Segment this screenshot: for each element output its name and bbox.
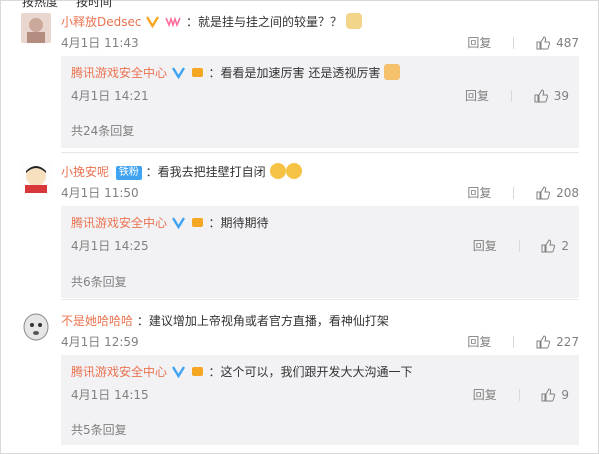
comment-actions: 回复 487 (449, 34, 579, 51)
like-count: 9 (561, 387, 569, 402)
thumbs-up-icon (536, 185, 551, 199)
thumbs-up-icon (536, 334, 551, 348)
action-divider (518, 239, 520, 252)
comment-time: 4月1日 12:59 (61, 335, 139, 349)
like-button[interactable]: 9 (541, 388, 569, 402)
more-replies-link[interactable]: 共24条回复 (71, 122, 134, 139)
like-count: 2 (561, 238, 569, 253)
thumbs-up-icon (534, 88, 548, 102)
avatar[interactable] (21, 312, 51, 342)
more-replies-link[interactable]: 共5条回复 (71, 421, 127, 438)
comment-time: 4月1日 11:43 (61, 36, 139, 50)
avatar[interactable] (21, 163, 51, 193)
member-icon (191, 218, 203, 227)
comment-header: 小挽安呢 铁粉 ：看我去把挂壁打自闭 (61, 163, 302, 181)
reply-line: 腾讯游戏安全中心 ：这个可以，我们跟开发大大沟通一下 (71, 363, 413, 381)
reply-username[interactable]: 腾讯游戏安全中心 (71, 216, 167, 230)
verified-blue-v-icon (171, 366, 185, 378)
reply-button[interactable]: 回复 (473, 237, 497, 254)
like-button[interactable]: 208 (536, 186, 579, 200)
thumbs-up-emoji-icon (384, 64, 401, 80)
like-count: 227 (556, 334, 579, 349)
reply-box: 腾讯游戏安全中心 ：这个可以，我们跟开发大大沟通一下 4月1日 14:15 回复… (61, 355, 579, 445)
sort-tabs: 按热度 按时间 (22, 0, 130, 10)
member-icon (191, 367, 203, 376)
reply-button[interactable]: 回复 (473, 386, 497, 403)
reply-actions: 回复 39 (447, 87, 569, 104)
comment-header: 小释放Dedsec ：就是挂与挂之间的较量？？ (61, 13, 362, 31)
vip-icon (165, 16, 181, 28)
reply-text: ：这个可以，我们跟开发大大沟通一下 (208, 365, 413, 379)
action-divider (510, 89, 512, 102)
like-button[interactable]: 227 (536, 335, 579, 349)
action-divider (513, 335, 515, 348)
reply-time: 4月1日 14:15 (71, 388, 149, 402)
comment-actions: 回复 208 (449, 184, 579, 201)
reply-line: 腾讯游戏安全中心 ：看看是加速厉害 还是透视厉害 (71, 64, 401, 82)
comment-text: ：看我去把挂壁打自闭 (145, 165, 266, 179)
verified-blue-v-icon (171, 217, 185, 229)
reply-box: 腾讯游戏安全中心 ：期待期待 4月1日 14:25 回复 2 共6条回复 (61, 206, 579, 298)
reply-text: ：看看是加速厉害 还是透视厉害 (208, 66, 381, 80)
smile-emoji-icon (269, 163, 286, 179)
reply-time: 4月1日 14:25 (71, 239, 149, 253)
comment-time: 4月1日 11:50 (61, 186, 139, 200)
like-button[interactable]: 39 (534, 89, 569, 103)
reply-line: 腾讯游戏安全中心 ：期待期待 (71, 214, 269, 232)
like-count: 208 (556, 185, 579, 200)
action-divider (518, 388, 520, 401)
verified-blue-v-icon (171, 67, 185, 79)
reply-box: 腾讯游戏安全中心 ：看看是加速厉害 还是透视厉害 4月1日 14:21 回复 3… (61, 56, 579, 148)
like-button[interactable]: 2 (541, 239, 569, 253)
comment-divider (61, 299, 579, 300)
member-icon (191, 68, 203, 77)
comment-username[interactable]: 小释放Dedsec (61, 15, 141, 29)
comment-header: 不是她哈哈哈 ：建议增加上帝视角或者官方直播，看神仙打架 (61, 312, 389, 330)
comment-username[interactable]: 不是她哈哈哈 (61, 314, 133, 328)
reply-button[interactable]: 回复 (467, 333, 491, 350)
tab-hot[interactable]: 按热度 (22, 0, 58, 9)
comment-username[interactable]: 小挽安呢 (61, 165, 109, 179)
verified-v-icon (146, 16, 160, 28)
thumbs-up-icon (536, 35, 551, 49)
avatar[interactable] (21, 13, 51, 43)
fan-badge: 铁粉 (115, 166, 142, 180)
comment-divider (61, 152, 579, 153)
like-button[interactable]: 487 (536, 36, 579, 50)
action-divider (513, 36, 515, 49)
doge-emoji-icon (345, 13, 362, 29)
reply-button[interactable]: 回复 (465, 87, 489, 104)
reply-actions: 回复 2 (455, 237, 569, 254)
like-count: 39 (553, 88, 569, 103)
reply-username[interactable]: 腾讯游戏安全中心 (71, 365, 167, 379)
tab-time[interactable]: 按时间 (76, 0, 112, 9)
like-count: 487 (556, 35, 579, 50)
comment-text: ：就是挂与挂之间的较量？？ (185, 15, 342, 29)
reply-actions: 回复 9 (455, 386, 569, 403)
reply-username[interactable]: 腾讯游戏安全中心 (71, 66, 167, 80)
thumbs-up-icon (541, 238, 556, 252)
thumbs-up-icon (541, 387, 556, 401)
comment-actions: 回复 227 (449, 333, 579, 350)
reply-text: ：期待期待 (208, 216, 269, 230)
more-replies-link[interactable]: 共6条回复 (71, 273, 127, 290)
smile-emoji-icon (285, 163, 302, 179)
comment-text: ：建议增加上帝视角或者官方直播，看神仙打架 (136, 314, 389, 328)
reply-button[interactable]: 回复 (467, 184, 491, 201)
reply-button[interactable]: 回复 (467, 34, 491, 51)
reply-time: 4月1日 14:21 (71, 89, 149, 103)
action-divider (513, 186, 515, 199)
